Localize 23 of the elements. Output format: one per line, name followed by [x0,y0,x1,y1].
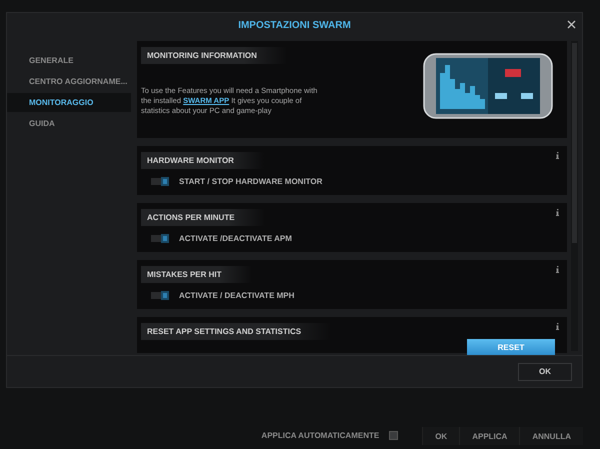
toggle-label: START / STOP HARDWARE MONITOR [179,177,322,186]
toggle-label: ACTIVATE /DEACTIVATE APM [179,234,292,243]
bar-button[interactable]: APPLICA [459,427,520,445]
toggle-switch[interactable] [151,292,169,299]
sidebar-item[interactable]: MONITORAGGIO [7,93,131,112]
auto-apply-checkbox[interactable] [389,431,398,440]
sidebar-item[interactable]: GENERALE [7,51,131,70]
sidebar-item[interactable]: CENTRO AGGIORNAME... [7,72,131,91]
info-icon[interactable] [556,266,559,273]
toggle-label: ACTIVATE / DEACTIVATE MPH [179,291,294,300]
info-icon[interactable] [556,209,559,216]
toggle-switch[interactable] [151,178,169,185]
bar-button[interactable]: ANNULLA [519,427,583,445]
reset-button[interactable]: RESET [467,339,555,355]
auto-apply-label: APPLICA AUTOMATICAMENTE [261,431,380,440]
info-icon[interactable] [556,152,559,159]
ok-button[interactable]: OK [518,362,572,380]
toggle-switch[interactable] [151,235,169,242]
info-icon[interactable] [556,323,559,330]
dialog-title: IMPOSTAZIONI SWARM [238,20,351,30]
close-icon[interactable] [567,20,576,29]
sidebar-item[interactable]: GUIDA [7,114,131,133]
bar-button[interactable]: OK [422,427,460,445]
